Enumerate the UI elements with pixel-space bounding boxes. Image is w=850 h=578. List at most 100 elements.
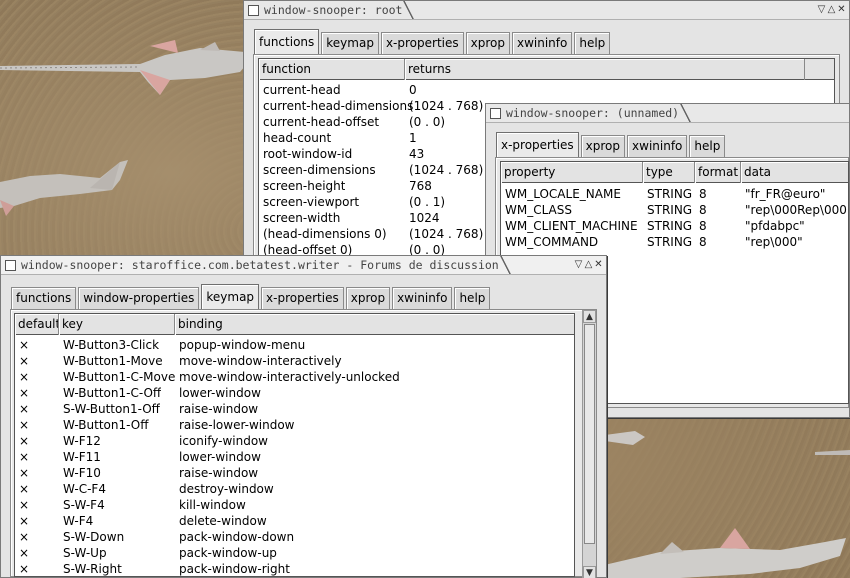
binding-cell: raise-window xyxy=(179,466,259,480)
list-header: property type format data xyxy=(501,162,848,183)
default-cell: × xyxy=(19,386,30,400)
column-header-key[interactable]: key xyxy=(59,314,175,335)
key-cell: W-Button1-C-Move xyxy=(63,370,176,384)
tab-x-properties[interactable]: x-properties xyxy=(380,32,464,54)
table-row[interactable]: × S-W-Right pack-window-right xyxy=(15,561,574,576)
format-cell: 8 xyxy=(699,219,707,233)
table-row[interactable]: × W-F12 iconify-window xyxy=(15,433,574,449)
tab-xwininfo[interactable]: xwininfo xyxy=(392,287,453,309)
format-cell: 8 xyxy=(699,203,707,217)
default-cell: × xyxy=(19,450,30,464)
binding-cell: raise-lower-window xyxy=(179,418,295,432)
table-row[interactable]: WM_CLASS STRING 8 "rep\000Rep\000" xyxy=(501,202,848,218)
tab-xwininfo[interactable]: xwininfo xyxy=(627,135,688,157)
maximize-icon[interactable]: △ xyxy=(827,4,836,16)
window-box-icon[interactable] xyxy=(5,259,16,271)
titlebar[interactable]: window-snooper: (unnamed) xyxy=(486,104,849,123)
table-row[interactable]: × W-Button1-Move move-window-interactively xyxy=(15,353,574,369)
table-row[interactable]: × S-W-Down pack-window-down xyxy=(15,529,574,545)
function-cell: head-count xyxy=(263,131,332,145)
tab-bar: functions window-properties keymap x-proper… xyxy=(11,284,492,309)
returns-cell: (0 . 0) xyxy=(409,115,446,129)
default-cell: × xyxy=(19,354,30,368)
key-cell: S-W-Right xyxy=(63,562,122,576)
tab-keymap[interactable]: keymap xyxy=(321,32,379,54)
returns-cell: (0 . 1) xyxy=(409,195,446,209)
window-snooper-writer-window[interactable]: window-snooper: staroffice.com.betatest.… xyxy=(0,255,607,578)
close-icon[interactable]: ✕ xyxy=(594,259,603,271)
table-row[interactable]: current-head 0 xyxy=(259,82,834,98)
returns-cell: 1024 xyxy=(409,211,440,225)
column-header-data[interactable]: data xyxy=(741,162,848,183)
table-row[interactable]: × W-Button1-Off raise-lower-window xyxy=(15,417,574,433)
titlebar[interactable]: window-snooper: root ▽ △ ✕ xyxy=(244,1,849,20)
tab-xprop[interactable]: xprop xyxy=(465,32,510,54)
table-row[interactable]: × W-F4 delete-window xyxy=(15,513,574,529)
key-cell: W-Button1-Move xyxy=(63,354,163,368)
binding-cell: pack-window-down xyxy=(179,530,295,544)
table-row[interactable]: × S-W-Up pack-window-up xyxy=(15,545,574,561)
tab-xprop[interactable]: xprop xyxy=(580,135,626,157)
tab-functions[interactable]: functions xyxy=(254,29,320,54)
property-cell: WM_LOCALE_NAME xyxy=(505,187,621,201)
vertical-scrollbar[interactable]: ▲ ▼ xyxy=(582,310,596,578)
maximize-icon[interactable]: △ xyxy=(584,259,593,271)
title-divider xyxy=(498,256,513,274)
scroll-up-icon[interactable]: ▲ xyxy=(583,310,596,323)
scroll-thumb[interactable] xyxy=(584,324,595,544)
tab-xprop[interactable]: xprop xyxy=(345,287,391,309)
table-row[interactable]: WM_COMMAND STRING 8 "rep\000" xyxy=(501,234,848,250)
table-row[interactable]: × W-C-F4 destroy-window xyxy=(15,481,574,497)
iconify-icon[interactable]: ▽ xyxy=(817,4,826,16)
tab-keymap[interactable]: keymap xyxy=(201,284,260,309)
returns-cell: (1024 . 768) xyxy=(409,163,484,177)
close-icon[interactable]: ✕ xyxy=(837,4,846,16)
table-row[interactable]: WM_LOCALE_NAME STRING 8 "fr_FR@euro" xyxy=(501,186,848,202)
window-box-icon[interactable] xyxy=(248,4,259,16)
fish-tail-right xyxy=(605,431,645,445)
tab-x-properties[interactable]: x-properties xyxy=(261,287,344,309)
tab-bar: x-properties xprop xwininfo help xyxy=(496,132,727,157)
table-row[interactable]: × S-W-Button1-Off raise-window xyxy=(15,401,574,417)
column-header-type[interactable]: type xyxy=(643,162,695,183)
tab-x-properties[interactable]: x-properties xyxy=(496,132,579,157)
binding-cell: pack-window-right xyxy=(179,562,290,576)
window-box-icon[interactable] xyxy=(490,107,501,119)
tab-help[interactable]: help xyxy=(574,32,611,54)
tab-xwininfo[interactable]: xwininfo xyxy=(511,32,573,54)
tab-help[interactable]: help xyxy=(689,135,726,157)
table-row[interactable]: × W-F10 raise-window xyxy=(15,465,574,481)
binding-cell: kill-window xyxy=(179,498,246,512)
table-row[interactable]: × W-Button3-Click popup-window-menu xyxy=(15,337,574,353)
binding-cell: move-window-interactively-unlocked xyxy=(179,370,400,384)
column-header-default[interactable]: default xyxy=(15,314,59,335)
scroll-down-icon[interactable]: ▼ xyxy=(583,566,596,578)
binding-cell: move-window-interactively xyxy=(179,354,342,368)
default-cell: × xyxy=(19,402,30,416)
titlebar[interactable]: window-snooper: staroffice.com.betatest.… xyxy=(1,256,606,275)
iconify-icon[interactable]: ▽ xyxy=(574,259,583,271)
column-header-format[interactable]: format xyxy=(695,162,741,183)
tab-window-properties[interactable]: window-properties xyxy=(78,287,200,309)
key-cell: S-W-F4 xyxy=(63,498,105,512)
returns-cell: 1 xyxy=(409,131,417,145)
window-title: window-snooper: root xyxy=(264,3,403,17)
key-cell: W-F12 xyxy=(63,434,101,448)
table-row[interactable]: × W-Button1-C-Move move-window-interactive… xyxy=(15,369,574,385)
function-cell: screen-viewport xyxy=(263,195,360,209)
table-row[interactable]: × W-F11 lower-window xyxy=(15,449,574,465)
column-header-returns[interactable]: returns xyxy=(405,59,805,80)
table-row[interactable]: × S-W-F4 kill-window xyxy=(15,497,574,513)
tab-functions[interactable]: functions xyxy=(11,287,77,309)
tab-help[interactable]: help xyxy=(454,287,491,309)
title-fill xyxy=(513,256,574,274)
sawfish-image-middle xyxy=(0,160,128,216)
column-header-function[interactable]: function xyxy=(259,59,405,80)
column-header-binding[interactable]: binding xyxy=(175,314,574,335)
default-cell: × xyxy=(19,514,30,528)
column-header-property[interactable]: property xyxy=(501,162,643,183)
table-row[interactable]: WM_CLIENT_MACHINE STRING 8 "pfdabpc" xyxy=(501,218,848,234)
keymap-list[interactable]: default key binding × W-Button3-Click popup-w… xyxy=(14,313,575,577)
table-row[interactable]: × W-Button1-C-Off lower-window xyxy=(15,385,574,401)
type-cell: STRING xyxy=(647,219,693,233)
